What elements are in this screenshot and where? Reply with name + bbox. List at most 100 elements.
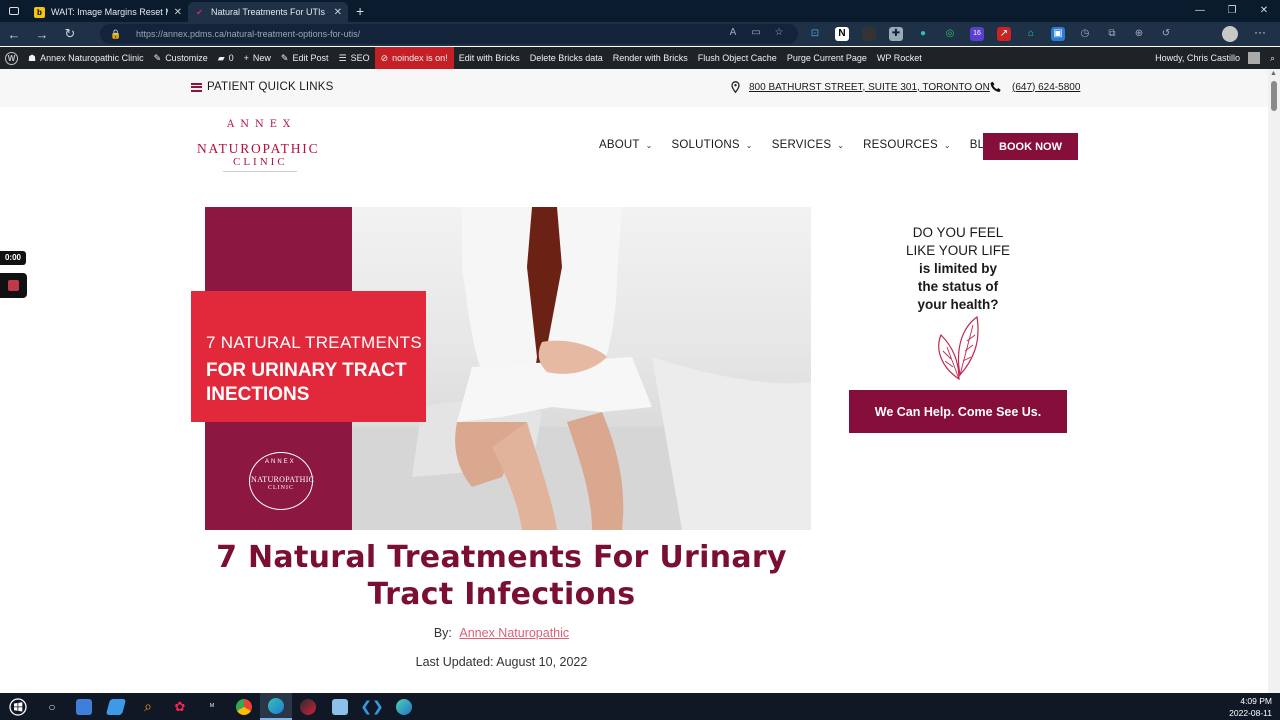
plus-icon: +: [243, 53, 249, 63]
url-field[interactable]: 🔒 https://annex.pdms.ca/natural-treatmen…: [100, 24, 798, 44]
edge-dev-taskbar-icon[interactable]: [292, 693, 324, 720]
customize-link[interactable]: ✎ Customize: [149, 47, 213, 69]
book-now-button[interactable]: BOOK NOW: [983, 133, 1078, 160]
forward-icon[interactable]: →: [28, 27, 56, 42]
hero-overlay-line1: 7 NATURAL TREATMENTS: [206, 333, 423, 352]
logo-naturopathic: NATUROPATHIC: [197, 141, 320, 156]
restore-icon[interactable]: ❐: [1216, 0, 1248, 22]
comment-count: 0: [228, 53, 234, 63]
close-window-icon[interactable]: ✕: [1248, 0, 1280, 22]
wp-logo-menu[interactable]: W: [0, 47, 23, 69]
admin-search-icon[interactable]: ⌕: [1265, 47, 1280, 69]
new-content-link[interactable]: + New: [239, 47, 276, 69]
favorite-star-icon[interactable]: ☆: [772, 26, 786, 40]
edge-taskbar-icon[interactable]: [260, 693, 292, 720]
edit-with-bricks-link[interactable]: Edit with Bricks: [454, 47, 525, 69]
notepad-taskbar-icon[interactable]: [324, 693, 356, 720]
system-clock[interactable]: 4:09 PM 2022-08-11: [1229, 695, 1272, 719]
extension-grammarly-icon[interactable]: ◎: [943, 27, 957, 41]
mini-logo-clinic: CLINIC: [268, 485, 294, 491]
chevron-down-icon: ⌄: [943, 140, 951, 150]
tab-title: Natural Treatments For UTIs - He: [211, 7, 328, 17]
purge-page-link[interactable]: Purge Current Page: [782, 47, 872, 69]
extension-c-icon[interactable]: ●: [916, 27, 930, 41]
post-title: 7 Natural Treatments For Urinary Tract I…: [216, 540, 787, 612]
start-button[interactable]: [0, 693, 36, 720]
tab-actions-icon[interactable]: [0, 0, 28, 22]
figma-taskbar-icon[interactable]: ✿: [164, 693, 196, 720]
address-text: 800 BATHURST STREET, SUITE 301, TORONTO …: [749, 81, 990, 93]
refresh-icon[interactable]: ↻: [56, 26, 84, 42]
we-can-help-button[interactable]: We Can Help. Come See Us.: [849, 390, 1067, 433]
extension-home-icon[interactable]: ⌂: [1024, 27, 1038, 41]
phone-link[interactable]: (647) 624-5800: [990, 81, 1080, 93]
extension-arrow-icon[interactable]: ↗: [997, 27, 1011, 41]
clock-time: 4:09 PM: [1240, 696, 1272, 706]
render-bricks-link[interactable]: Render with Bricks: [608, 47, 693, 69]
pencil-icon: ✎: [280, 52, 289, 63]
vscode-taskbar-icon[interactable]: ❮❯: [356, 693, 388, 720]
tool-taskbar-icon[interactable]: ᴹ: [196, 693, 228, 720]
page-viewport: PATIENT QUICK LINKS 800 BATHURST STREET,…: [0, 69, 1268, 693]
nav-item-resources[interactable]: RESOURCES ⌄: [863, 139, 951, 151]
customize-label: Customize: [165, 53, 208, 63]
tab-close-icon[interactable]: ✕: [174, 7, 182, 18]
wordpress-icon: W: [5, 51, 18, 65]
site-name-link[interactable]: ☗ Annex Naturopathic Clinic: [23, 47, 149, 69]
extension-screenshot-icon[interactable]: ⊡: [808, 27, 822, 41]
dashboard-icon: ☗: [28, 52, 37, 63]
by-label: By:: [433, 626, 452, 640]
nav-item-solutions[interactable]: SOLUTIONS ⌄: [672, 139, 753, 151]
scroll-thumb[interactable]: [1271, 81, 1277, 111]
read-aloud-icon[interactable]: A: [726, 26, 740, 40]
url-host: https://annex.pdms.ca: [136, 29, 225, 39]
collections-icon[interactable]: ⊕: [1132, 27, 1146, 41]
extension-plus-icon[interactable]: ✚: [889, 27, 903, 41]
nav-item-services[interactable]: SERVICES ⌄: [772, 139, 844, 151]
recording-stop-button[interactable]: [0, 273, 27, 298]
delete-bricks-link[interactable]: Delete Bricks data: [525, 47, 608, 69]
search-taskbar-icon[interactable]: ○: [36, 693, 68, 720]
scroll-up-icon[interactable]: ▲: [1270, 70, 1277, 77]
calculator-taskbar-icon[interactable]: [68, 693, 100, 720]
windows-taskbar: ○ ⌕ ✿ ᴹ ❮❯ 4:09 PM 2022-08-11: [0, 693, 1280, 720]
extension-dark-icon[interactable]: [862, 27, 876, 41]
comments-link[interactable]: ▰ 0: [213, 47, 239, 69]
nav-item-about[interactable]: ABOUT ⌄: [599, 139, 653, 151]
browser-tab[interactable]: b WAIT: Image Margins Reset Man ✕: [28, 2, 188, 22]
back-icon[interactable]: ←: [0, 27, 28, 42]
extension-blue-icon[interactable]: ▣: [1051, 27, 1065, 41]
app-taskbar-icon[interactable]: [100, 693, 132, 720]
seo-menu[interactable]: ☰ SEO: [334, 47, 375, 69]
extension-compass-icon[interactable]: ◷: [1078, 27, 1092, 41]
author-link[interactable]: Annex Naturopathic: [459, 626, 569, 640]
edge-beta-taskbar-icon[interactable]: [388, 693, 420, 720]
post-byline: By: Annex Naturopathic: [205, 626, 798, 640]
flush-cache-link[interactable]: Flush Object Cache: [693, 47, 782, 69]
chrome-taskbar-icon[interactable]: [228, 693, 260, 720]
minimize-icon[interactable]: —: [1184, 0, 1216, 22]
tab-close-icon[interactable]: ✕: [334, 7, 342, 18]
extension-badge-icon[interactable]: 16: [970, 27, 984, 41]
browser-menu-icon[interactable]: ···: [1254, 25, 1266, 39]
new-tab-icon[interactable]: +: [356, 3, 364, 19]
history-icon[interactable]: ↺: [1159, 27, 1173, 41]
page-scrollbar[interactable]: ▲: [1268, 69, 1280, 693]
profile-avatar[interactable]: [1222, 26, 1238, 42]
extensions-puzzle-icon[interactable]: ⧉: [1105, 27, 1119, 41]
wp-rocket-link[interactable]: WP Rocket: [872, 47, 927, 69]
noindex-warning[interactable]: ⊘ noindex is on!: [374, 47, 454, 69]
patient-quick-links[interactable]: PATIENT QUICK LINKS: [191, 81, 334, 93]
phone-icon: [990, 81, 1001, 92]
clinic-logo[interactable]: ANNEX NATUROPATHIC CLINIC: [197, 119, 323, 175]
extension-notion-icon[interactable]: N: [835, 27, 849, 41]
reader-icon[interactable]: ▭: [749, 26, 763, 40]
search-app-taskbar-icon[interactable]: ⌕: [132, 693, 164, 720]
tab-favicon-icon: ✔: [196, 7, 203, 17]
address-link[interactable]: 800 BATHURST STREET, SUITE 301, TORONTO …: [731, 81, 990, 93]
edit-post-link[interactable]: ✎ Edit Post: [276, 47, 334, 69]
account-menu[interactable]: Howdy, Chris Castillo: [1150, 47, 1265, 69]
leaf-icon: [938, 315, 979, 381]
address-toolbar: ← → ↻ 🔒 https://annex.pdms.ca/natural-tr…: [0, 22, 1280, 46]
browser-tab-active[interactable]: ✔ Natural Treatments For UTIs - He ✕: [188, 2, 348, 22]
